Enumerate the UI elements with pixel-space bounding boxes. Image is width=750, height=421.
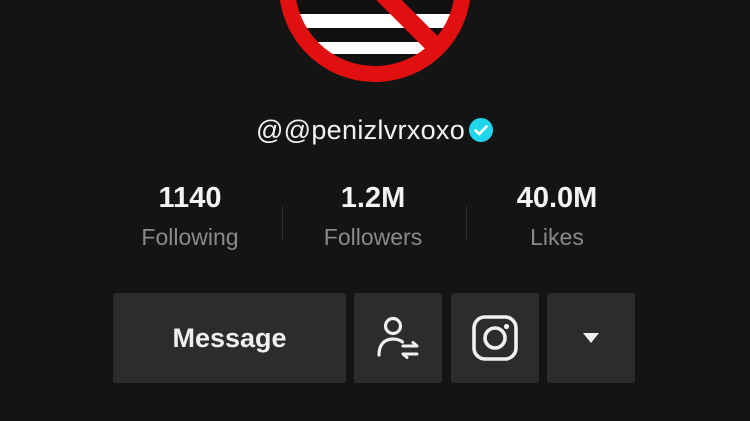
person-swap-icon xyxy=(377,316,419,359)
followers-count: 1.2M xyxy=(340,182,406,214)
instagram-button[interactable] xyxy=(451,293,539,383)
more-options-button[interactable] xyxy=(547,293,635,383)
likes-count: 40.0M xyxy=(516,182,598,214)
verified-badge-icon xyxy=(469,118,494,142)
following-label: Following xyxy=(141,224,239,250)
profile-avatar[interactable] xyxy=(279,0,471,82)
followers-label: Followers xyxy=(323,224,423,250)
stat-following[interactable]: 1140 Following xyxy=(100,176,280,254)
likes-label: Likes xyxy=(530,224,584,250)
stat-followers[interactable]: 1.2M Followers xyxy=(283,176,463,254)
dropdown-arrow-icon xyxy=(583,333,599,343)
profile-header: @@penizlvrxoxo 1140 Following 1.2M Follo… xyxy=(0,0,750,421)
follow-switch-button[interactable] xyxy=(354,293,442,383)
profile-stats: 1140 Following 1.2M Followers 40.0M Like… xyxy=(0,176,750,266)
message-button[interactable]: Message xyxy=(113,293,346,383)
stat-likes[interactable]: 40.0M Likes xyxy=(467,176,647,254)
instagram-icon xyxy=(472,315,518,361)
username: @@penizlvrxoxo xyxy=(255,114,466,145)
following-count: 1140 xyxy=(158,182,222,214)
username-row: @@penizlvrxoxo xyxy=(0,110,750,150)
